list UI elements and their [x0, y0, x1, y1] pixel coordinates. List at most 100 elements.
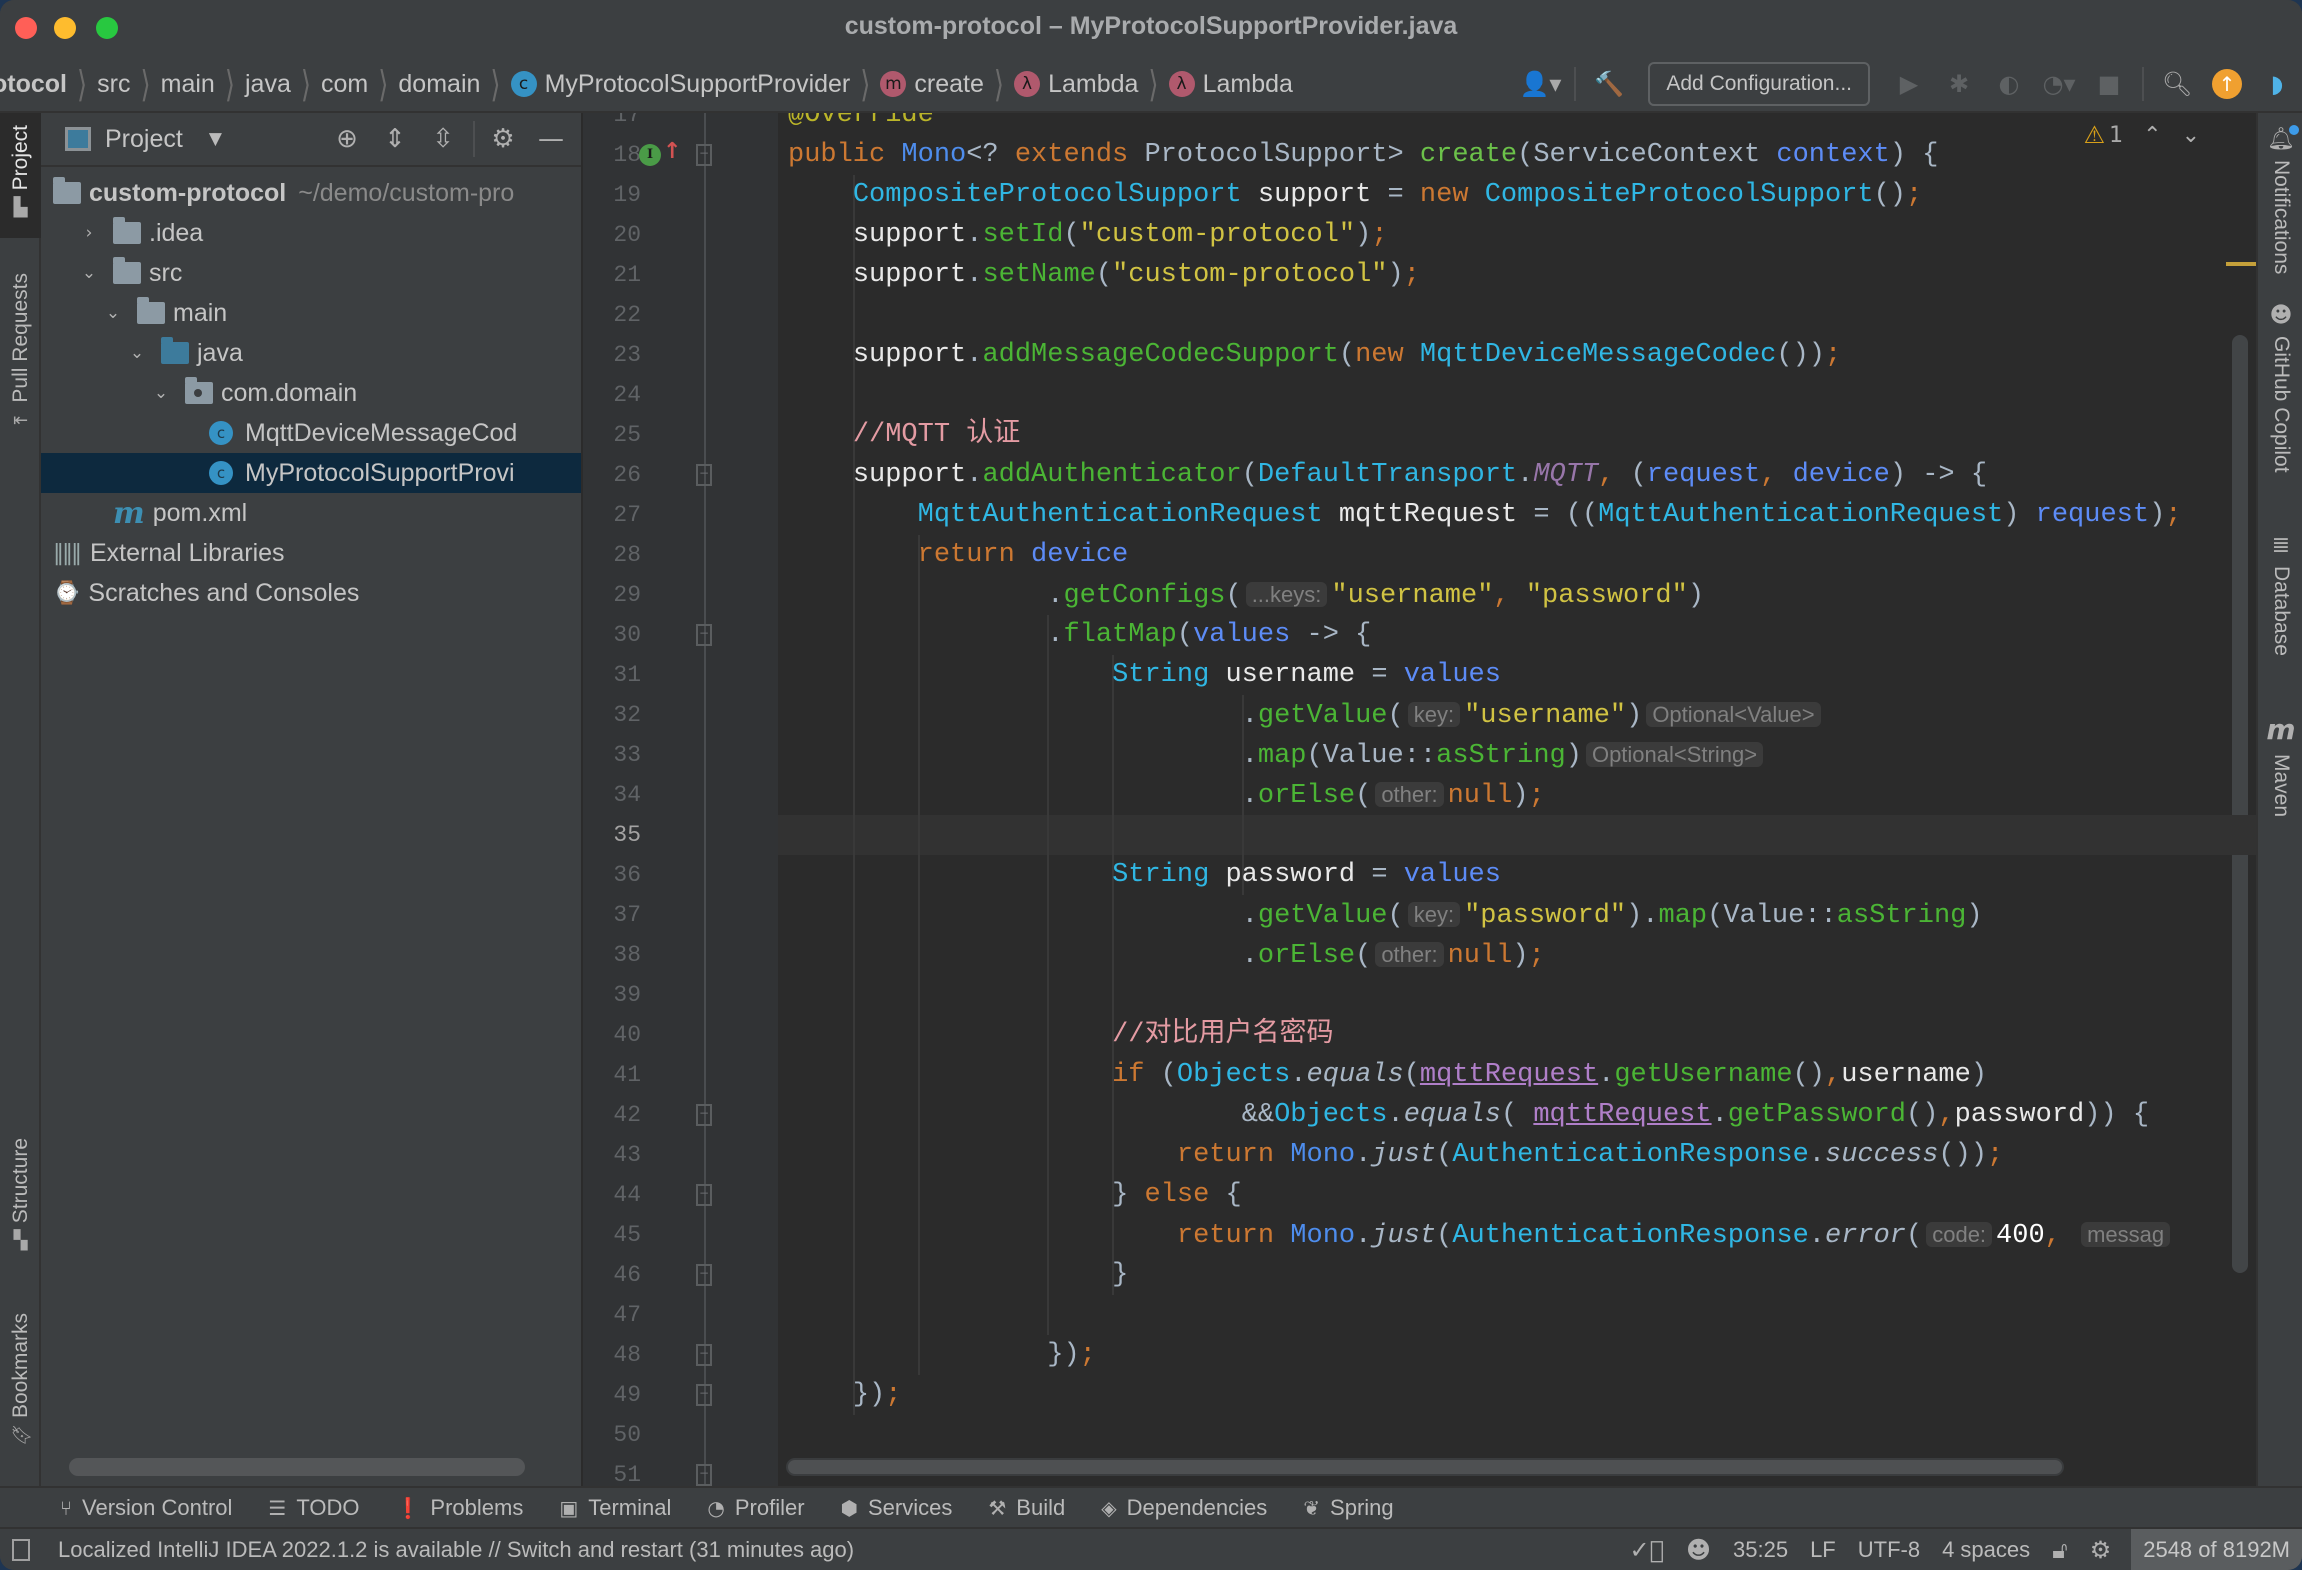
right-stripe-database-button[interactable]: ≣ Database [2258, 533, 2302, 656]
tool-window-todo[interactable]: ☰ TODO [268, 1495, 359, 1521]
code-line[interactable]: support.setId("custom-protocol"); [788, 215, 1388, 255]
indent-setting[interactable]: 4 spaces [1942, 1537, 2030, 1563]
code-line[interactable]: support.addAuthenticator(DefaultTranspor… [788, 455, 1987, 495]
build-hammer-icon[interactable]: 🔨 [1589, 64, 1629, 104]
fold-collapse-icon[interactable]: − [696, 1104, 712, 1126]
debug-icon[interactable]: ✱ [1939, 64, 1979, 104]
line-number[interactable]: 23 [593, 335, 641, 375]
file-encoding[interactable]: UTF-8 [1858, 1537, 1920, 1563]
inspection-widget[interactable]: ⚠ 1 ⌃ ⌄ [2084, 121, 2200, 149]
line-number[interactable]: 50 [593, 1415, 641, 1455]
code-line[interactable]: .orElse(other: null); [788, 775, 1545, 815]
bookmarks-tool-button[interactable]: Bookmarks 🔖︎ [0, 1313, 41, 1483]
breadcrumb-item[interactable]: main [155, 70, 221, 99]
line-number[interactable]: 40 [593, 1015, 641, 1055]
fold-end-icon[interactable]: − [696, 1344, 712, 1366]
fold-collapse-icon[interactable]: − [696, 1464, 712, 1486]
chevron-down-icon[interactable]: ⌄ [77, 263, 101, 283]
breadcrumb-item[interactable]: λ Lambda [1163, 70, 1299, 99]
project-tool-button[interactable]: Project ▙ [0, 113, 41, 238]
tree-item[interactable]: ⌄ java [41, 333, 581, 373]
next-highlight-icon[interactable]: ⌄ [2182, 123, 2200, 148]
line-number[interactable]: 38 [593, 935, 641, 975]
fold-collapse-icon[interactable]: − [696, 464, 712, 486]
breadcrumb-item[interactable]: com [315, 70, 374, 99]
project-view-selector[interactable]: Project ▼ [65, 125, 222, 154]
tool-window-problems[interactable]: ❗ Problems [396, 1495, 524, 1521]
update-icon[interactable]: ↑ [2207, 64, 2247, 104]
code-line[interactable]: } else { [788, 1175, 1242, 1215]
user-icon[interactable]: 👤▾ [1519, 64, 1561, 104]
line-number[interactable]: 33 [593, 735, 641, 775]
code-line[interactable]: support.setName("custom-protocol"); [788, 255, 1420, 295]
line-number[interactable]: 39 [593, 975, 641, 1015]
check-circle-icon[interactable]: ✓⃝ [1629, 1536, 1664, 1564]
chevron-down-icon[interactable]: ⌄ [149, 383, 173, 403]
line-number[interactable]: 41 [593, 1055, 641, 1095]
tree-item[interactable]: ‖‖‖ External Libraries [41, 533, 581, 573]
copilot-status-icon[interactable]: ☻ [1686, 1536, 1711, 1564]
line-number[interactable]: 43 [593, 1135, 641, 1175]
stop-icon[interactable]: ■ [2089, 64, 2129, 104]
line-number[interactable]: 31 [593, 655, 641, 695]
chevron-right-icon[interactable]: › [77, 223, 101, 243]
line-separator[interactable]: LF [1810, 1537, 1836, 1563]
breadcrumb-item[interactable]: src [91, 70, 136, 99]
code-line[interactable]: &&Objects.equals( mqttRequest.getPasswor… [788, 1095, 2149, 1135]
previous-highlight-icon[interactable]: ⌃ [2143, 123, 2161, 148]
tool-window-services[interactable]: ⬢ Services [841, 1495, 953, 1521]
expand-all-icon[interactable]: ⇕ [375, 119, 415, 159]
collapse-all-icon[interactable]: ⇳ [423, 119, 463, 159]
code-line[interactable]: .getValue(key: "username") Optional<Value> [788, 695, 1825, 735]
fold-end-icon[interactable]: − [696, 1264, 712, 1286]
tool-window-dependencies[interactable]: ◈ Dependencies [1101, 1495, 1267, 1521]
right-stripe-maven-button[interactable]: m Maven [2258, 713, 2302, 817]
line-number[interactable]: 24 [593, 375, 641, 415]
line-number[interactable]: 18 [593, 135, 641, 175]
breadcrumb-item[interactable]: domain [392, 70, 486, 99]
code-line[interactable]: }); [788, 1375, 902, 1415]
toggle-tool-windows-icon[interactable] [12, 1538, 30, 1561]
line-number[interactable]: 19 [593, 175, 641, 215]
caret-position[interactable]: 35:25 [1733, 1537, 1788, 1563]
search-icon[interactable]: 🔍︎ [2157, 64, 2197, 104]
code-line[interactable]: @Override [788, 113, 934, 135]
code-line[interactable]: String password = values [788, 855, 1501, 895]
code-line[interactable]: .map(Value::asString) Optional<String> [788, 735, 1767, 775]
implements-method-icon[interactable]: I [639, 144, 661, 166]
code-line[interactable]: MqttAuthenticationRequest mqttRequest = … [788, 495, 2182, 535]
tool-window-terminal[interactable]: ▣ Terminal [559, 1495, 671, 1521]
tool-window-build[interactable]: ⚒ Build [988, 1495, 1065, 1521]
tree-item[interactable]: m pom.xml [41, 493, 581, 533]
tree-item[interactable]: ⌄ src [41, 253, 581, 293]
code-line[interactable]: } [788, 1255, 1128, 1295]
memory-indicator[interactable]: 2548 of 8192M [2131, 1529, 2302, 1570]
line-number[interactable]: 49 [593, 1375, 641, 1415]
line-number[interactable]: 37 [593, 895, 641, 935]
structure-tool-button[interactable]: Structure ▚ [0, 1138, 41, 1278]
fold-collapse-icon[interactable]: − [696, 624, 712, 646]
code-line[interactable]: return device [788, 535, 1129, 575]
line-number[interactable]: 42 [593, 1095, 641, 1135]
chevron-down-icon[interactable]: ⌄ [125, 343, 149, 363]
breadcrumb-item[interactable]: otocol [0, 70, 73, 99]
right-stripe-copilot-button[interactable]: ☻ GitHub Copilot [2258, 303, 2302, 473]
chevron-down-icon[interactable]: ⌄ [101, 303, 125, 323]
run-icon[interactable]: ▶ [1889, 64, 1929, 104]
code-line[interactable]: public Mono<? extends ProtocolSupport> c… [788, 135, 1938, 175]
add-configuration-button[interactable]: Add Configuration... [1648, 62, 1870, 106]
code-line[interactable]: if (Objects.equals(mqttRequest.getUserna… [788, 1055, 1987, 1095]
code-line[interactable]: String username = values [788, 655, 1501, 695]
gear-icon[interactable]: ⚙ [483, 119, 523, 159]
breadcrumb-item[interactable]: c MyProtocolSupportProvider [505, 70, 857, 99]
line-number[interactable]: 17 [593, 113, 641, 135]
line-number[interactable]: 27 [593, 495, 641, 535]
tree-item[interactable]: c MqttDeviceMessageCod [41, 413, 581, 453]
code-line[interactable]: }); [788, 1335, 1096, 1375]
lock-icon[interactable]: 🔓︎ [2052, 1536, 2068, 1564]
breadcrumb-item[interactable]: m create [874, 70, 989, 99]
editor-vertical-scrollbar[interactable] [2232, 335, 2248, 1273]
breadcrumb-item[interactable]: λ Lambda [1008, 70, 1144, 99]
tree-item[interactable]: ⌚ Scratches and Consoles [41, 573, 581, 613]
coverage-icon[interactable]: ◐ [1989, 64, 2029, 104]
